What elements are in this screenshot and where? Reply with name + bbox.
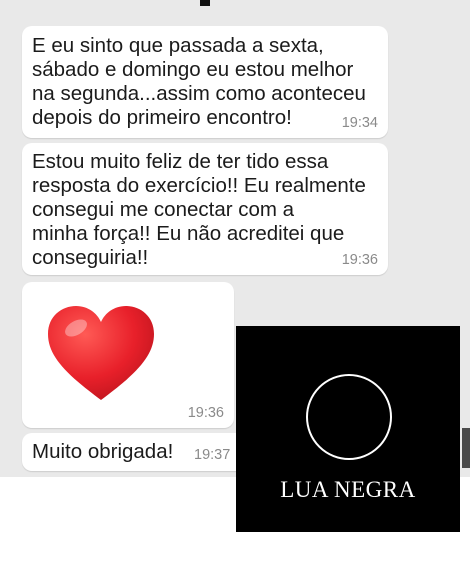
status-bar-fragment: [200, 0, 210, 6]
message-bubble[interactable]: E eu sinto que passada a sexta, sábado e…: [22, 26, 388, 138]
message-time: 19:36: [187, 405, 224, 421]
message-time: 19:36: [341, 252, 378, 268]
logo-text: LUA NEGRA: [280, 477, 416, 502]
message-time: 19:34: [341, 115, 378, 131]
red-heart-icon: [48, 306, 154, 400]
scroll-edge: [462, 428, 470, 468]
circle-moon-icon: [306, 374, 392, 460]
message-bubble[interactable]: Estou muito feliz de ter tido essa respo…: [22, 143, 388, 275]
message-text: Muito obrigada!: [32, 440, 174, 463]
message-text: Estou muito feliz de ter tido essa respo…: [32, 150, 366, 269]
message-bubble[interactable]: Muito obrigada! 19:37: [22, 433, 246, 471]
watermark-logo: LUA NEGRA: [236, 326, 460, 532]
message-time: 19:37: [194, 447, 231, 463]
message-text: E eu sinto que passada a sexta, sábado e…: [32, 34, 366, 129]
emoji-message-bubble[interactable]: 19:36: [22, 282, 234, 428]
